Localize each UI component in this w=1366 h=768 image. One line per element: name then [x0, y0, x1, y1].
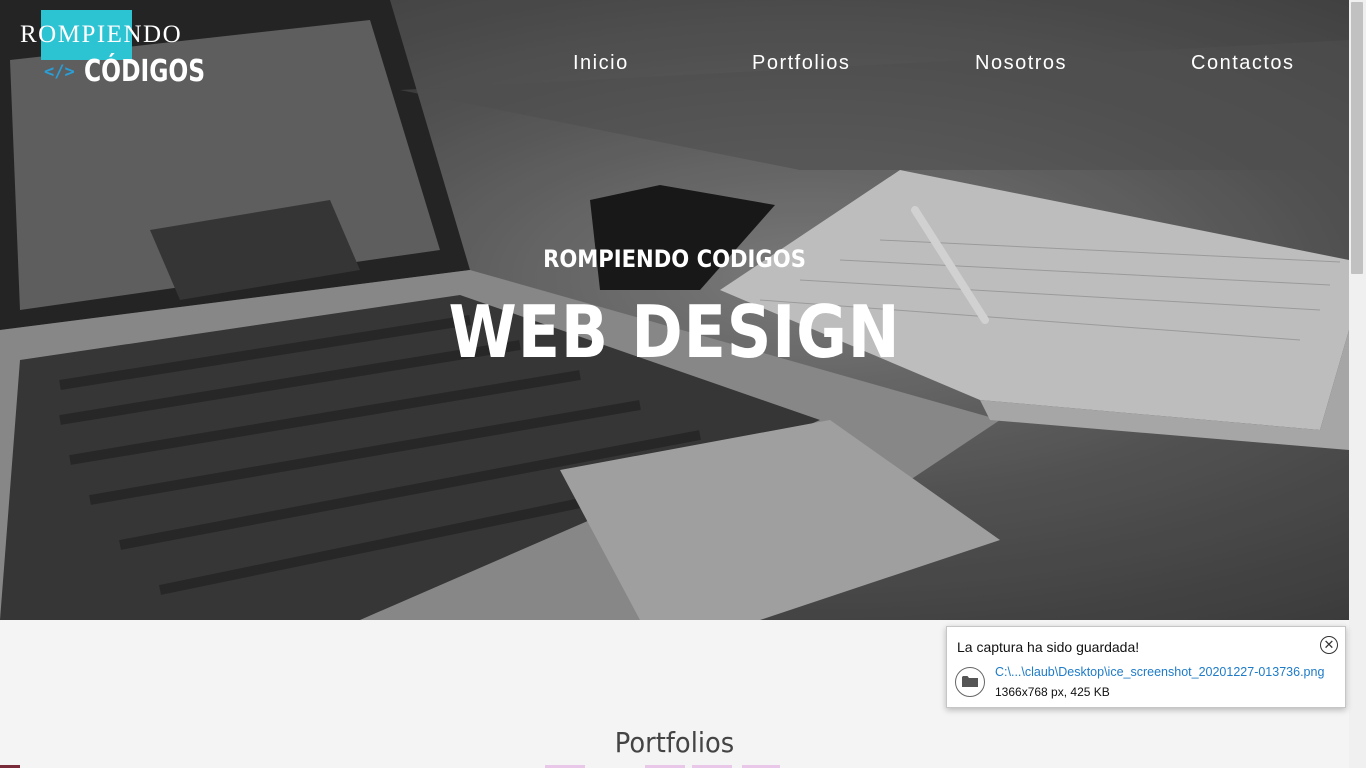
nav-item-contactos[interactable]: Contactos: [1191, 52, 1295, 75]
section-title-portfolios: Portfolios: [614, 726, 735, 759]
scrollbar-thumb[interactable]: [1351, 2, 1363, 274]
site-logo[interactable]: ROMPIENDO </> CÓDIGOS: [20, 10, 205, 90]
nav-item-nosotros[interactable]: Nosotros: [975, 52, 1067, 75]
screenshot-saved-notification: La captura ha sido guardada! ✕ C:\...\cl…: [946, 626, 1346, 708]
page-scrollbar[interactable]: [1349, 0, 1366, 768]
folder-icon[interactable]: [955, 667, 985, 697]
notification-file-link[interactable]: C:\...\claub\Desktop\ice_screenshot_2020…: [995, 665, 1324, 679]
logo-word-top: ROMPIENDO: [20, 21, 183, 48]
hero-title: WEB DESIGN: [448, 290, 901, 374]
main-nav: Inicio Portfolios Nosotros Contactos: [0, 52, 1349, 78]
hero-subtitle: ROMPIENDO CODIGOS: [543, 245, 806, 273]
notification-file-meta: 1366x768 px, 425 KB: [995, 685, 1110, 699]
close-circle-icon[interactable]: ✕: [1320, 636, 1338, 654]
hero-banner: ROMPIENDO </> CÓDIGOS Inicio Portfolios …: [0, 0, 1349, 620]
nav-item-portfolios[interactable]: Portfolios: [752, 52, 850, 75]
nav-item-inicio[interactable]: Inicio: [573, 52, 629, 75]
notification-message: La captura ha sido guardada!: [957, 639, 1140, 655]
